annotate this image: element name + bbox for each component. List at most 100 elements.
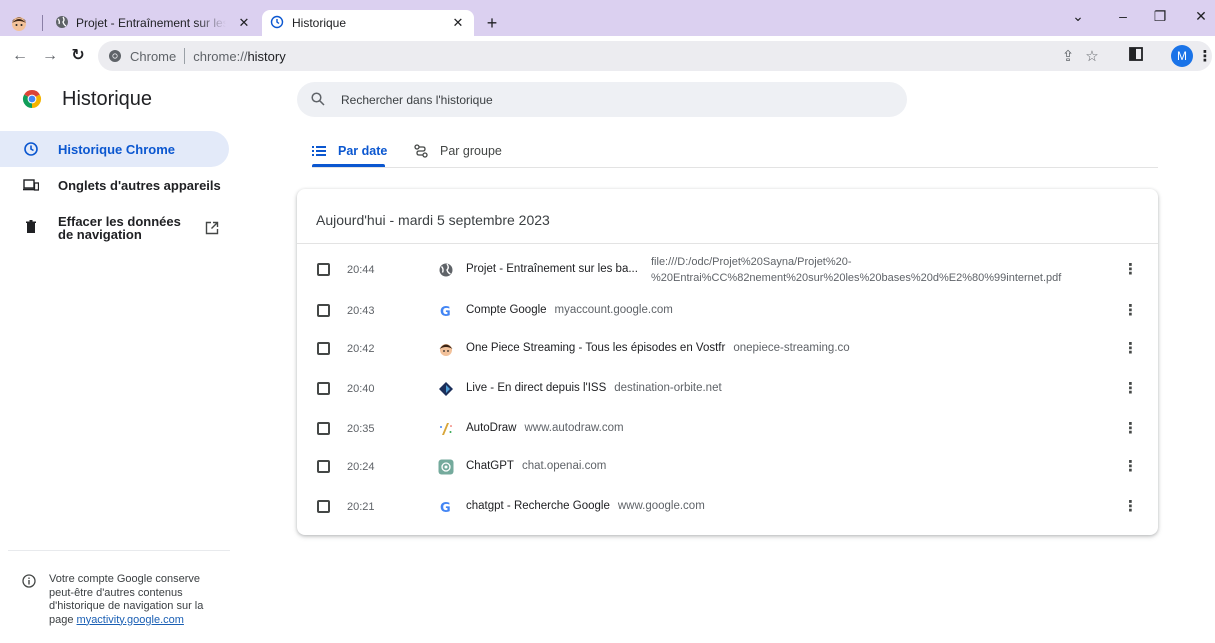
autodraw-icon (440, 423, 452, 435)
reload-icon[interactable]: ↻ (67, 46, 89, 66)
row-checkbox[interactable] (317, 460, 330, 473)
entry-domain: destination-orbite.net (614, 382, 722, 394)
tab-search-chevron-icon[interactable]: ⌄ (1066, 8, 1090, 25)
history-row[interactable]: 20:44 Projet - Entraînement sur les ba..… (297, 252, 1158, 290)
minimize-button[interactable]: – (1111, 8, 1135, 24)
sidebar-item-other-devices[interactable]: Onglets d'autres appareils (0, 167, 229, 203)
entry-domain: myaccount.google.com (554, 304, 673, 316)
visit-time: 20:35 (347, 423, 375, 435)
sidebar-item-label: Onglets d'autres appareils (58, 177, 221, 193)
row-checkbox[interactable] (317, 263, 330, 276)
row-checkbox[interactable] (317, 422, 330, 435)
close-window-button[interactable]: ✕ (1189, 8, 1213, 25)
google-icon: G (440, 501, 451, 515)
entry-domain: www.google.com (617, 500, 705, 512)
tab-label: Par date (338, 144, 388, 158)
tab-title: Projet - Entraînement sur les bas (76, 16, 226, 30)
close-tab-icon[interactable]: ✕ (450, 15, 466, 31)
bookmark-star-icon[interactable]: ☆ (1082, 47, 1102, 67)
myactivity-note: Votre compte Google conserve peut-être d… (49, 573, 221, 627)
tab-projet[interactable]: Projet - Entraînement sur les bas ✕ (0, 10, 262, 36)
history-row[interactable]: 20:40 Live - En direct depuis l'ISS desti… (297, 371, 1158, 409)
forward-arrow-icon[interactable]: → (39, 46, 61, 66)
more-actions-icon[interactable]: ⋮ (1123, 340, 1138, 358)
more-actions-icon[interactable]: ⋮ (1123, 261, 1138, 279)
search-input[interactable] (341, 82, 881, 117)
entry-title[interactable]: Projet - Entraînement sur les ba... (466, 263, 638, 275)
history-icon (270, 15, 284, 29)
tab-par-groupe[interactable]: Par groupe (414, 133, 502, 169)
row-checkbox[interactable] (317, 342, 330, 355)
row-checkbox[interactable] (317, 304, 330, 317)
globe-icon (56, 16, 68, 28)
chip-divider (184, 48, 186, 64)
more-actions-icon[interactable]: ⋮ (1123, 498, 1138, 516)
page-title: Historique (62, 88, 153, 110)
more-actions-icon[interactable]: ⋮ (1123, 458, 1138, 476)
chrome-logo-icon (22, 90, 42, 108)
sidebar-item-label: Effacer les données de navigation (58, 214, 181, 242)
history-search-box[interactable] (297, 82, 907, 117)
svg-text:G: G (440, 305, 451, 319)
entry-title[interactable]: One Piece Streaming - Tous les épisodes … (466, 342, 850, 354)
profile-avatar-icon (12, 17, 26, 31)
more-actions-icon[interactable]: ⋮ (1123, 302, 1138, 320)
visit-time: 20:43 (347, 305, 375, 317)
share-icon[interactable]: ⇪ (1058, 47, 1078, 67)
entry-url: file:///D:/odc/Projet%20Sayna/Projet%20-… (651, 254, 1081, 286)
history-row[interactable]: 20:35 AutoDraw www.autodraw.com ⋮ (297, 411, 1158, 449)
visit-time: 20:44 (347, 264, 375, 276)
card-divider (297, 243, 1158, 244)
entry-title-text: One Piece Streaming - Tous les épisodes … (466, 342, 726, 354)
visit-time: 20:40 (347, 383, 375, 395)
sidebar-divider (8, 550, 230, 551)
close-tab-icon[interactable]: ✕ (236, 15, 252, 31)
sidebar-item-clear-data[interactable]: Effacer les données de navigation (0, 205, 229, 249)
profile-avatar[interactable]: M (1171, 45, 1193, 67)
tab-historique[interactable]: Historique ✕ (262, 10, 474, 36)
open-in-new-icon (205, 221, 219, 235)
visit-time: 20:21 (347, 501, 375, 513)
chrome-icon (109, 50, 121, 62)
address-bar[interactable]: Chrome chrome://history (98, 41, 1212, 71)
entry-domain: onepiece-streaming.co (733, 342, 850, 354)
google-icon: G (440, 305, 451, 319)
more-actions-icon[interactable]: ⋮ (1123, 420, 1138, 438)
chatgpt-icon (438, 459, 454, 475)
entry-title[interactable]: AutoDraw www.autodraw.com (466, 422, 624, 434)
entry-title-text: chatgpt - Recherche Google (466, 500, 610, 512)
entry-title-text: AutoDraw (466, 422, 517, 434)
entry-title[interactable]: Live - En direct depuis l'ISS destination… (466, 382, 722, 394)
back-arrow-icon[interactable]: ← (9, 46, 31, 66)
onepiece-icon (439, 344, 453, 356)
row-checkbox[interactable] (317, 382, 330, 395)
entry-title[interactable]: chatgpt - Recherche Google www.google.com (466, 500, 705, 512)
devices-icon (23, 179, 39, 191)
row-checkbox[interactable] (317, 500, 330, 513)
restore-button[interactable]: ❐ (1148, 8, 1172, 25)
history-row[interactable]: 20:42 One Piece Streaming - Tous les épi… (297, 331, 1158, 369)
history-row[interactable]: 20:21 G chatgpt - Recherche Google www.go… (297, 489, 1158, 527)
entry-url-line: file:///D:/odc/Projet%20Sayna/Projet%20- (651, 256, 852, 268)
chip-label: Chrome (130, 48, 177, 64)
tabs-divider (312, 167, 1158, 168)
browser-toolbar: ← → ↻ Chrome chrome://history ⇪ ☆ M ⋮ (0, 36, 1215, 76)
entry-title-text: ChatGPT (466, 460, 514, 472)
menu-kebab-icon[interactable]: ⋮ (1195, 47, 1215, 67)
history-row[interactable]: 20:43 G Compte Google myaccount.google.co… (297, 293, 1158, 331)
site-info-chip[interactable]: Chrome chrome://history (104, 45, 286, 67)
entry-title[interactable]: Compte Google myaccount.google.com (466, 304, 673, 316)
tab-separator (42, 15, 43, 31)
history-row[interactable]: 20:24 ChatGPT chat.openai.com ⋮ (297, 449, 1158, 487)
history-icon (24, 142, 38, 156)
visit-time: 20:24 (347, 461, 375, 473)
svg-text:G: G (440, 501, 451, 515)
sidebar-item-historique-chrome[interactable]: Historique Chrome (0, 131, 229, 167)
search-icon (311, 92, 325, 106)
tab-title: Historique (292, 16, 347, 30)
entry-title[interactable]: ChatGPT chat.openai.com (466, 460, 606, 472)
myactivity-link[interactable]: myactivity.google.com (77, 614, 184, 626)
new-tab-button[interactable]: + (482, 14, 502, 32)
more-actions-icon[interactable]: ⋮ (1123, 380, 1138, 398)
side-panel-icon[interactable] (1126, 47, 1146, 67)
